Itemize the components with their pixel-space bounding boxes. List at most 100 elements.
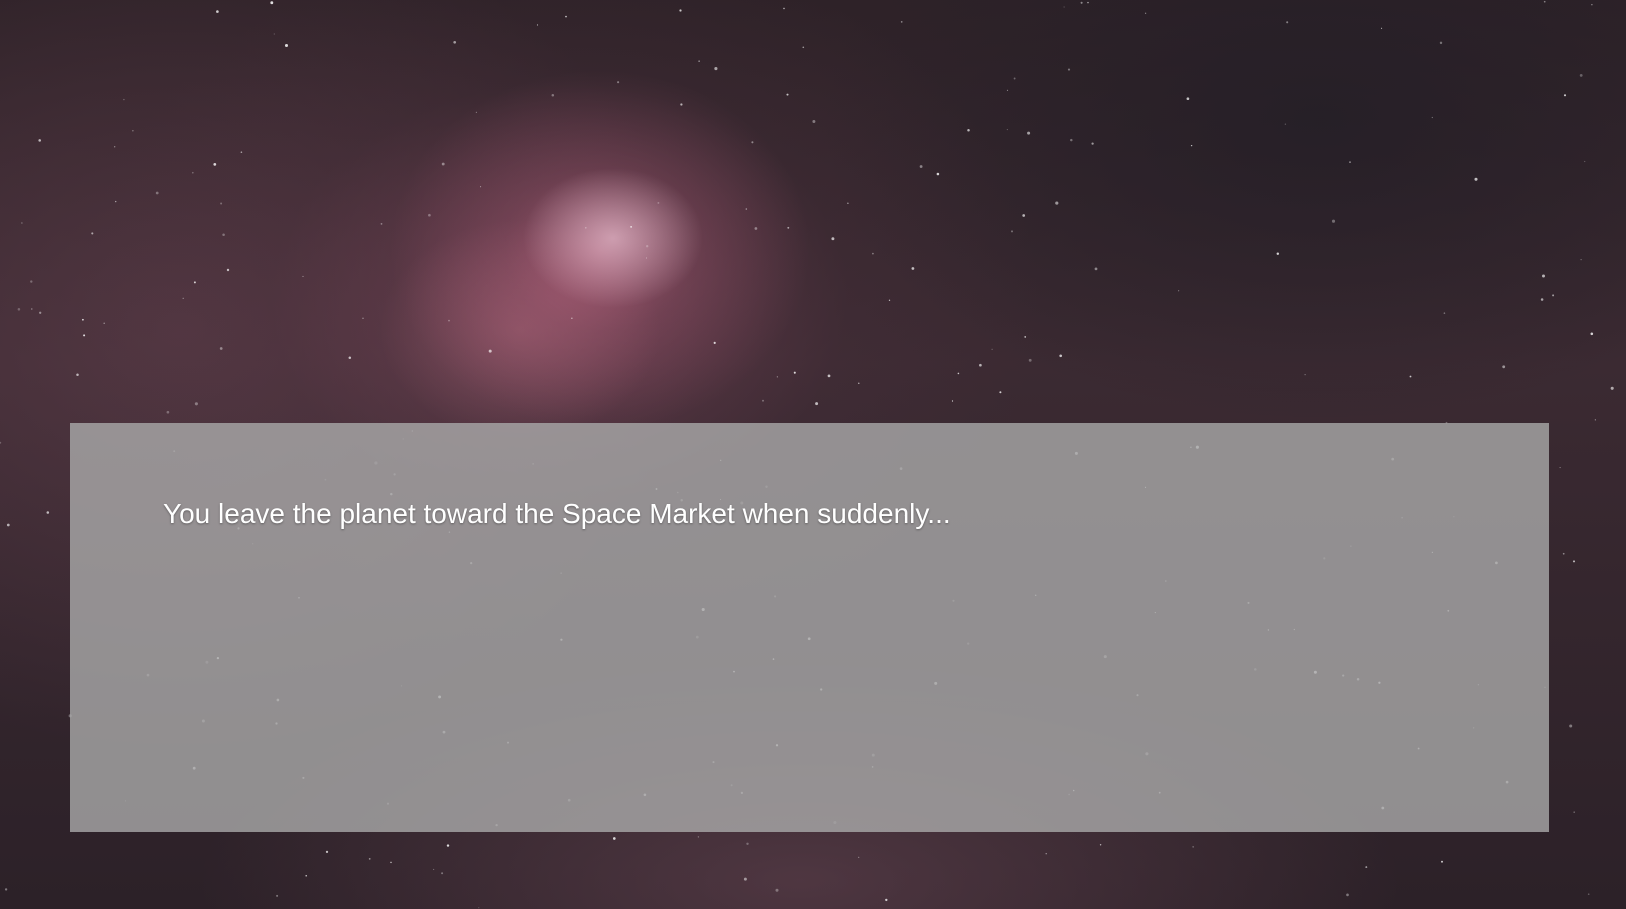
star: [0, 441, 2, 444]
star: [697, 836, 700, 838]
star: [1067, 68, 1071, 71]
dialog-box[interactable]: You leave the planet toward the Space Ma…: [70, 423, 1549, 832]
star: [1144, 12, 1147, 14]
star: [362, 317, 364, 320]
star: [1006, 89, 1009, 91]
star: [441, 872, 444, 875]
star: [193, 281, 196, 284]
star: [428, 213, 431, 217]
star: [1286, 21, 1289, 24]
star: [1178, 290, 1180, 292]
star: [155, 191, 159, 195]
star: [680, 103, 683, 106]
star: [433, 868, 435, 870]
space-scene: You leave the planet toward the Space Ma…: [0, 0, 1626, 909]
star: [751, 141, 754, 144]
star: [448, 319, 450, 322]
star: [39, 311, 42, 314]
star: [453, 40, 457, 44]
star: [1304, 374, 1306, 376]
star: [284, 43, 289, 48]
star: [1584, 160, 1586, 163]
star: [536, 24, 539, 26]
star: [31, 308, 33, 310]
star: [30, 280, 33, 283]
star: [17, 308, 21, 311]
star: [1563, 94, 1567, 97]
star: [446, 844, 450, 847]
star: [793, 371, 796, 374]
star: [1284, 123, 1287, 125]
star: [1011, 230, 1013, 233]
star: [885, 898, 888, 902]
star: [478, 907, 480, 909]
star: [325, 850, 329, 854]
star: [802, 46, 805, 49]
star: [657, 201, 660, 204]
star: [302, 275, 304, 277]
star: [900, 21, 903, 23]
star: [858, 856, 860, 858]
star: [182, 297, 184, 299]
star: [585, 227, 587, 229]
star: [270, 1, 274, 5]
star: [1559, 467, 1561, 469]
star: [82, 318, 84, 321]
star: [831, 237, 835, 241]
star: [1552, 294, 1555, 297]
star: [91, 232, 94, 235]
star: [305, 875, 307, 877]
star: [646, 245, 649, 248]
star: [815, 402, 819, 406]
star: [1543, 0, 1546, 3]
star: [1587, 893, 1590, 895]
star: [1070, 138, 1073, 142]
star: [1540, 298, 1544, 301]
star: [1569, 724, 1573, 728]
star: [1024, 336, 1027, 338]
star: [1590, 332, 1594, 336]
star: [1006, 129, 1008, 131]
star: [743, 877, 747, 881]
star: [219, 347, 223, 350]
star: [783, 7, 785, 10]
star: [132, 130, 134, 132]
star: [872, 252, 874, 255]
star: [1441, 860, 1443, 863]
star: [1094, 267, 1098, 271]
star: [1022, 214, 1026, 217]
star: [6, 523, 10, 527]
star: [714, 67, 718, 71]
star: [754, 227, 758, 230]
star: [979, 363, 982, 367]
star: [967, 129, 970, 132]
star: [222, 233, 225, 237]
star: [1502, 365, 1506, 369]
star: [368, 858, 371, 860]
star: [999, 391, 1002, 394]
star: [1192, 846, 1194, 848]
star: [103, 322, 105, 325]
star: [1028, 358, 1032, 362]
star: [1573, 811, 1575, 813]
star: [226, 268, 230, 272]
star: [1276, 252, 1280, 255]
star: [114, 146, 116, 148]
star: [76, 373, 79, 376]
star: [1091, 142, 1094, 145]
star: [1443, 312, 1446, 314]
star: [1349, 161, 1351, 163]
star: [1045, 853, 1047, 855]
star: [776, 376, 778, 378]
star: [1080, 1, 1083, 4]
star: [617, 81, 620, 84]
star: [775, 888, 779, 892]
star: [220, 202, 223, 205]
star: [812, 120, 816, 123]
star: [646, 257, 647, 259]
star: [480, 186, 482, 188]
star: [957, 372, 960, 375]
star: [380, 222, 383, 225]
star: [1542, 274, 1545, 278]
star: [1562, 552, 1565, 555]
